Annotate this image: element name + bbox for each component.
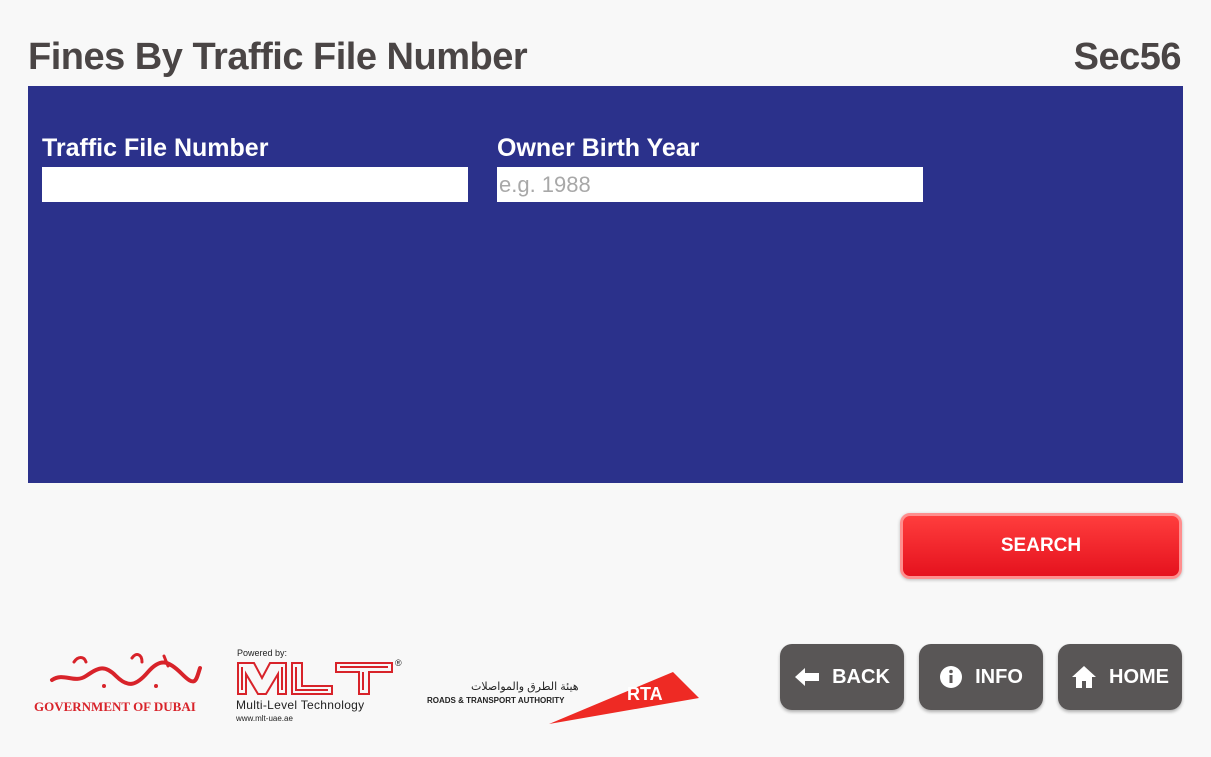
info-button-label: INFO	[975, 665, 1023, 688]
government-of-dubai-logo: GOVERNMENT OF DUBAI	[34, 650, 210, 720]
search-button-label: SEARCH	[1000, 535, 1082, 556]
mlt-website: www.mlt-uae.ae	[236, 714, 293, 723]
home-button-label: HOME	[1109, 665, 1169, 688]
back-button[interactable]: BACK	[780, 644, 904, 710]
search-button[interactable]: SEARCH	[900, 513, 1182, 579]
owner-birth-year-label: Owner Birth Year	[497, 134, 700, 162]
home-icon	[1072, 666, 1096, 688]
powered-by-text: Powered by:	[237, 648, 288, 658]
rta-logo-mark: RTA	[549, 672, 699, 724]
fines-by-traffic-file-screen: Fines By Traffic File Number Sec56 Traff…	[0, 0, 1211, 757]
owner-birth-year-input[interactable]	[497, 167, 923, 202]
page-title: Fines By Traffic File Number	[28, 36, 528, 78]
info-button[interactable]: INFO	[919, 644, 1043, 710]
section-code: Sec56	[1073, 36, 1182, 78]
back-button-label: BACK	[832, 665, 890, 688]
mlt-logo: Powered by: ® Multi-Level Technology www…	[236, 648, 408, 726]
government-of-dubai-text: GOVERNMENT OF DUBAI	[34, 699, 196, 714]
traffic-file-number-input[interactable]	[42, 167, 468, 202]
info-icon	[940, 666, 963, 688]
mlt-company-name: Multi-Level Technology	[236, 698, 365, 712]
traffic-file-number-label: Traffic File Number	[42, 134, 269, 162]
registered-mark: ®	[395, 658, 402, 668]
mlt-logo-mark	[237, 662, 393, 695]
search-form-panel: Traffic File Number Owner Birth Year	[28, 86, 1183, 483]
rta-mark-text: RTA	[627, 684, 663, 704]
rta-logo: هيئة الطرق والمواصلات ROADS & TRANSPORT …	[427, 668, 702, 728]
arrow-left-icon	[795, 668, 820, 686]
government-of-dubai-calligraphy	[50, 653, 202, 688]
home-button[interactable]: HOME	[1058, 644, 1182, 710]
rta-english-name: ROADS & TRANSPORT AUTHORITY	[427, 696, 565, 705]
